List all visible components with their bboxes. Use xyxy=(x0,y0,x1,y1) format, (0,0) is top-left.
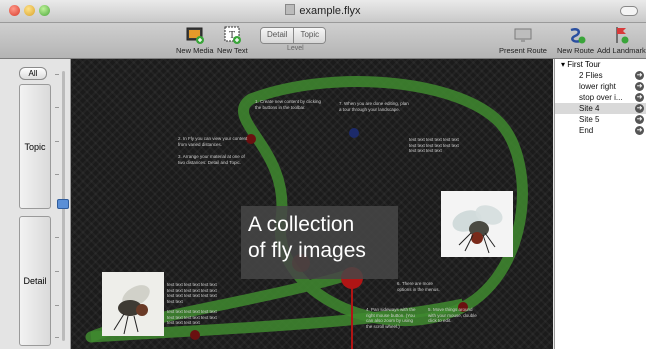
landmark-flag-icon xyxy=(611,25,631,45)
tour-item-label: Site 5 xyxy=(579,115,600,124)
slider-tick xyxy=(55,174,59,175)
canvas-note[interactable]: 5. Move things around with your mouse, d… xyxy=(428,307,478,324)
tour-item-label: lower right xyxy=(579,82,616,91)
caption-line-1: A collection xyxy=(248,213,355,236)
detail-zone[interactable]: Detail xyxy=(19,216,51,346)
new-media-icon xyxy=(185,25,205,45)
tour-root[interactable]: ▾ First Tour xyxy=(561,59,600,70)
tour-item[interactable]: End ➜ xyxy=(555,125,646,136)
tour-item-label: stop over i... xyxy=(579,93,623,102)
detail-level-button[interactable]: Detail xyxy=(261,28,294,43)
topic-zone-label: Topic xyxy=(24,141,46,152)
canvas-note[interactable]: text text text text text text text text … xyxy=(409,137,459,154)
tour-panel: ▾ First Tour 2 Flies ➜ lower right ➜ sto… xyxy=(554,59,646,349)
new-media-button[interactable]: New Media xyxy=(176,25,214,55)
add-landmark-button[interactable]: Add Landmark xyxy=(597,25,646,55)
canvas-note[interactable]: text text text text text text text text … xyxy=(167,309,225,326)
canvas-note[interactable]: 2. In Fly you can view your content from… xyxy=(178,136,248,147)
tour-item-label: 2 Flies xyxy=(579,71,603,80)
route-stop-marker xyxy=(349,128,359,138)
window-title-area: example.flyx xyxy=(0,4,646,17)
slider-tick xyxy=(55,74,59,75)
tour-item[interactable]: lower right ➜ xyxy=(555,81,646,92)
slider-tick xyxy=(55,141,59,142)
canvas-note[interactable]: text text text text text text text text … xyxy=(167,282,225,304)
go-arrow-icon[interactable]: ➜ xyxy=(635,93,644,102)
caption-line-2: of fly images xyxy=(248,239,366,262)
new-route-icon xyxy=(566,25,586,45)
level-panel: All Topic Detail xyxy=(0,59,71,349)
present-route-label: Present Route xyxy=(499,46,547,55)
slider-tick xyxy=(55,271,59,272)
tour-item[interactable]: Site 5 ➜ xyxy=(555,114,646,125)
landscape-canvas[interactable]: 1. Create new content by clicking the bu… xyxy=(71,59,553,349)
new-text-button[interactable]: T New Text xyxy=(217,25,248,55)
present-route-button[interactable]: Present Route xyxy=(499,25,547,55)
level-label: Level xyxy=(287,45,304,52)
disclosure-triangle-icon[interactable]: ▾ xyxy=(561,60,565,69)
canvas-note[interactable]: 3. Arrange your material at one of two d… xyxy=(178,154,248,165)
add-landmark-label: Add Landmark xyxy=(597,46,646,55)
tour-item-label: End xyxy=(579,126,594,135)
canvas-note[interactable]: 6. There are more options in the menus. xyxy=(397,281,447,292)
detail-zone-label: Detail xyxy=(23,276,47,286)
tour-item[interactable]: 2 Flies ➜ xyxy=(555,70,646,81)
fly-photo-top-view[interactable] xyxy=(441,191,513,257)
all-button[interactable]: All xyxy=(19,67,47,80)
title-bar: example.flyx xyxy=(0,0,646,23)
tour-item-selected[interactable]: Site 4 ➜ xyxy=(555,103,646,114)
new-route-label: New Route xyxy=(557,46,595,55)
tour-item[interactable]: stop over i... ➜ xyxy=(555,92,646,103)
app-window: example.flyx New Media T New Text Detail… xyxy=(0,0,646,349)
new-media-label: New Media xyxy=(176,46,214,55)
canvas-note[interactable]: 1. Create new content by clicking the bu… xyxy=(255,99,325,110)
level-segmented-control: Detail Topic xyxy=(260,27,327,44)
canvas-note[interactable]: 7. When you are done editing, plan a tou… xyxy=(339,101,409,112)
slider-tick xyxy=(55,305,59,306)
go-arrow-icon[interactable]: ➜ xyxy=(635,104,644,113)
fly-photo-side-view[interactable] xyxy=(102,272,164,336)
canvas-note[interactable]: 4. Pan sideways with the right mouse but… xyxy=(366,307,416,329)
go-arrow-icon[interactable]: ➜ xyxy=(635,115,644,124)
topic-zone[interactable]: Topic xyxy=(19,84,51,209)
toolbar: New Media T New Text Detail Topic Level xyxy=(0,23,646,59)
new-route-button[interactable]: New Route xyxy=(557,25,594,55)
toolbar-toggle-button[interactable] xyxy=(620,6,638,16)
slider-tick xyxy=(55,237,59,238)
slider-tick xyxy=(55,107,59,108)
tour-root-label: First Tour xyxy=(567,60,601,69)
new-text-label: New Text xyxy=(217,46,248,55)
topic-level-button[interactable]: Topic xyxy=(293,28,326,43)
go-arrow-icon[interactable]: ➜ xyxy=(635,71,644,80)
caption-box[interactable]: A collection of fly images xyxy=(241,206,398,279)
new-text-icon: T xyxy=(222,25,242,45)
document-icon xyxy=(285,4,296,15)
present-route-icon xyxy=(513,25,533,45)
slider-tick xyxy=(55,337,59,338)
window-title: example.flyx xyxy=(299,5,361,17)
tour-item-label: Site 4 xyxy=(579,104,600,113)
zoom-slider-knob[interactable] xyxy=(57,199,69,209)
go-arrow-icon[interactable]: ➜ xyxy=(635,82,644,91)
go-arrow-icon[interactable]: ➜ xyxy=(635,126,644,135)
route-stop-marker xyxy=(190,330,200,340)
